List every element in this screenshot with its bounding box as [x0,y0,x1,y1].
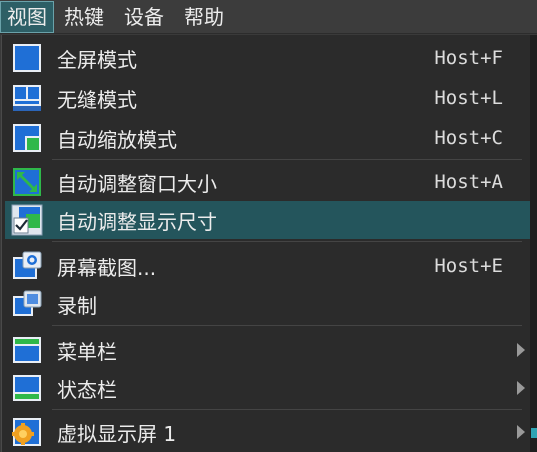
resize-window-icon [11,166,43,198]
menu-item-label: 自动调整显示尺寸 [57,209,217,234]
menu-bar: 视图 热键 设备 帮助 [0,0,537,34]
menu-separator [52,159,522,160]
menu-item-screenshot[interactable]: 屏幕截图... Host+E [5,247,531,285]
submenu-arrow-icon [517,381,525,395]
menu-item-label: 虚拟显示屏 1 [57,421,177,446]
menu-item-virtual-screen[interactable]: 虚拟显示屏 1 [5,413,531,451]
auto-resize-display-icon [11,204,43,236]
shortcut-label: Host+L [434,87,503,109]
menu-item-seamless[interactable]: 无缝模式 Host+L [5,79,531,117]
menu-view[interactable]: 视图 [0,1,54,33]
virtual-screen-icon [11,416,43,448]
fullscreen-icon [11,42,43,74]
menu-item-scale[interactable]: 自动缩放模式 Host+C [5,119,531,157]
shortcut-label: Host+F [434,47,503,69]
menu-item-label: 菜单栏 [57,339,117,364]
shortcut-label: Host+E [434,255,503,277]
menu-item-auto-resize-window[interactable]: 自动调整窗口大小 Host+A [5,163,531,201]
seamless-icon [11,82,43,114]
screenshot-icon [11,250,43,282]
view-menu-dropdown: 全屏模式 Host+F 无缝模式 Host+L 自动缩放模式 Host+C 自动… [1,35,534,452]
menubar-icon [11,334,43,366]
menu-separator [52,325,522,326]
menu-devices[interactable]: 设备 [114,0,174,33]
menu-item-label: 录制 [57,293,97,318]
menu-item-label: 状态栏 [57,377,117,402]
submenu-arrow-icon [517,425,525,439]
background-window-accent [531,428,537,438]
menu-item-statusbar[interactable]: 状态栏 [5,369,531,407]
menu-item-auto-resize-display[interactable]: 自动调整显示尺寸 [5,201,531,239]
menu-hotkeys[interactable]: 热键 [54,0,114,33]
statusbar-icon [11,372,43,404]
record-icon [11,288,43,320]
menu-separator [52,241,522,242]
menu-help[interactable]: 帮助 [174,0,234,33]
menu-item-record[interactable]: 录制 [5,285,531,323]
menu-item-fullscreen[interactable]: 全屏模式 Host+F [5,39,531,77]
shortcut-label: Host+C [434,127,503,149]
menu-separator [52,409,522,410]
background-window-edge [530,35,537,452]
scale-icon [11,122,43,154]
submenu-arrow-icon [517,343,525,357]
shortcut-label: Host+A [434,171,503,193]
menu-item-menubar[interactable]: 菜单栏 [5,331,531,369]
